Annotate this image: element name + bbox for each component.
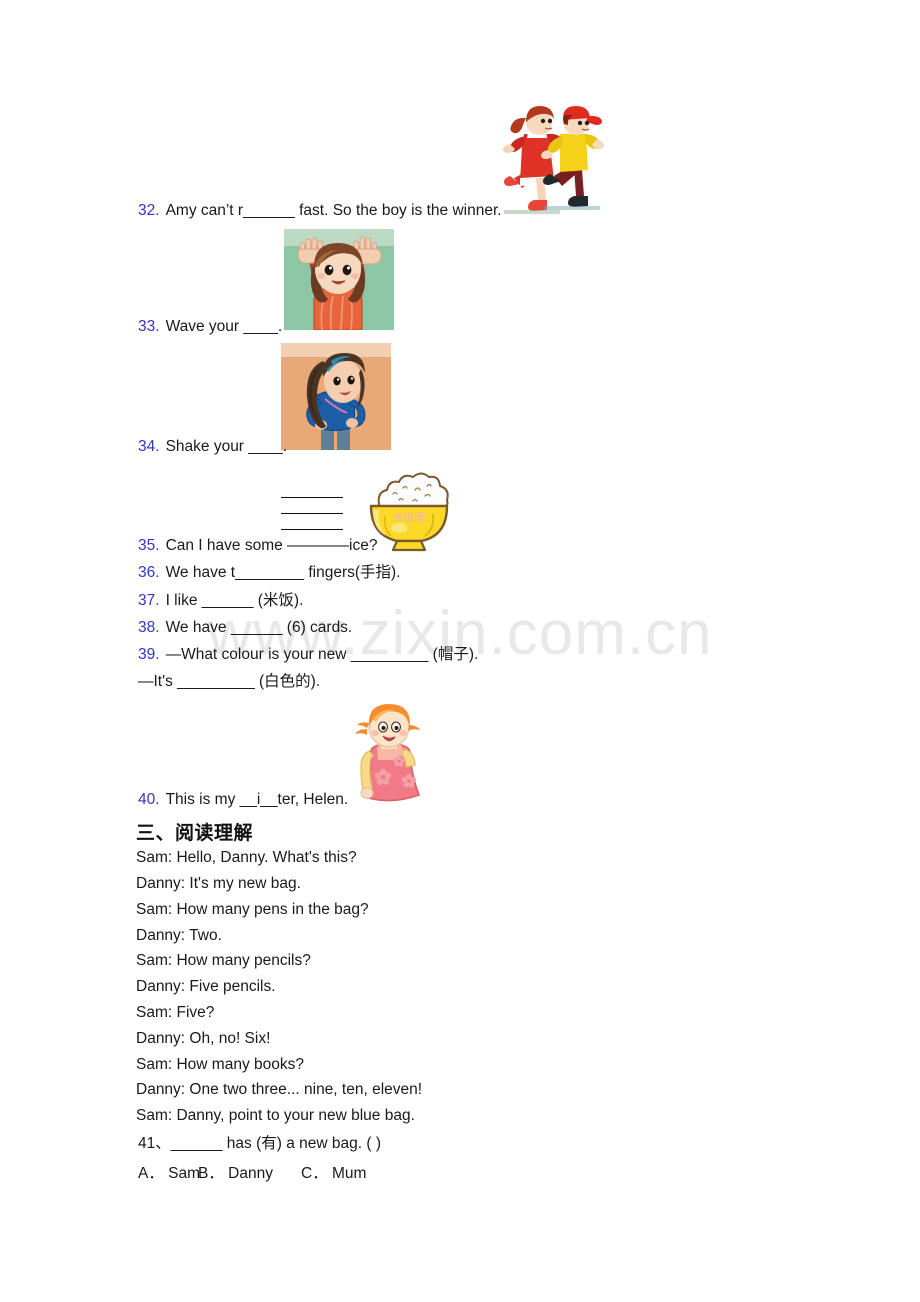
girl-in-pink-dress-image xyxy=(347,703,431,808)
choice-a-label: A． Sam xyxy=(138,1165,201,1182)
item-number: 39. xyxy=(138,646,160,663)
dialogue-line: Sam: How many books? xyxy=(136,1056,304,1073)
fill-in-item-37: 37. I like ______ (米饭). xyxy=(138,591,303,610)
document-page: 32. Amy can’t r______ fast. So the boy is… xyxy=(0,0,920,1302)
fill-in-item-35: 35. Can I have some ————ice? xyxy=(138,536,377,555)
waving-girl-image xyxy=(284,229,394,330)
item-number: 35. xyxy=(138,537,160,554)
item-text: Amy can’t r______ fast. So the boy is th… xyxy=(165,202,502,219)
item-text: ______ has (有) a new bag. ( ) xyxy=(170,1135,381,1152)
fill-in-item-39: 39. —What colour is your new _________ (帽… xyxy=(138,645,478,664)
dialogue-line: Sam: How many pens in the bag? xyxy=(136,901,369,918)
item-number: 38. xyxy=(138,619,160,636)
fill-in-item-32: 32. Amy can’t r______ fast. So the boy is… xyxy=(138,201,502,220)
svg-text:米饭图: 米饭图 xyxy=(393,511,426,524)
item-number: 34. xyxy=(138,438,160,455)
dialogue-line: Sam: Hello, Danny. What's this? xyxy=(136,849,357,866)
choice-b[interactable]: B． Danny xyxy=(198,1161,273,1183)
reading-question-41: 41、______ has (有) a new bag. ( ) xyxy=(138,1134,381,1153)
choice-a[interactable]: A． Sam xyxy=(138,1161,200,1183)
dialogue-line: Danny: Five pencils. xyxy=(136,978,276,995)
answer-rule-2 xyxy=(281,513,343,514)
fill-in-item-36: 36. We have t________ fingers(手指). xyxy=(138,563,401,582)
answer-rule-3 xyxy=(281,529,343,530)
item-text: This is my __i__ter, Helen. xyxy=(165,791,349,808)
dialogue-line: Sam: Five? xyxy=(136,1004,215,1021)
section-heading-reading-comprehension: 三、阅读理解 xyxy=(136,823,254,844)
shaking-girl-image xyxy=(281,343,391,450)
dialogue-line: Danny: One two three... nine, ten, eleve… xyxy=(136,1081,423,1098)
item-number: 37. xyxy=(138,592,160,609)
item-number: 32. xyxy=(138,202,160,219)
item-number: 36. xyxy=(138,564,160,581)
fill-in-item-39-answer: —It's _________ (白色的). xyxy=(138,672,320,691)
item-text: I like ______ (米饭). xyxy=(165,592,304,609)
choice-c[interactable]: C． Mum xyxy=(301,1161,366,1183)
dialogue-line: Danny: Two. xyxy=(136,927,222,944)
dialogue-line: Danny: Oh, no! Six! xyxy=(136,1030,271,1047)
item-text: Can I have some ————ice? xyxy=(165,537,378,554)
item-number: 40. xyxy=(138,791,160,808)
item-text: We have t________ fingers(手指). xyxy=(165,564,401,581)
item-text: —It's _________ (白色的). xyxy=(138,673,321,690)
fill-in-item-38: 38. We have ______ (6) cards. xyxy=(138,618,352,637)
item-number: 41、 xyxy=(138,1135,171,1152)
item-text: Wave your ____. xyxy=(165,318,283,335)
answer-rule-1 xyxy=(281,497,343,498)
dialogue-line: Sam: How many pencils? xyxy=(136,952,311,969)
item-text: We have ______ (6) cards. xyxy=(165,619,353,636)
fill-in-item-34: 34. Shake your ____. xyxy=(138,437,287,456)
choice-c-label: C． Mum xyxy=(301,1165,367,1182)
dialogue-line: Danny: It's my new bag. xyxy=(136,875,301,892)
dialogue-line: Sam: Danny, point to your new blue bag. xyxy=(136,1107,415,1124)
fill-in-item-33: 33. Wave your ____. xyxy=(138,317,282,336)
item-text: —What colour is your new _________ (帽子). xyxy=(165,646,479,663)
fill-in-item-40: 40. This is my __i__ter, Helen. xyxy=(138,790,348,809)
item-number: 33. xyxy=(138,318,160,335)
item-text: Shake your ____. xyxy=(165,438,288,455)
running-children-image xyxy=(492,104,620,216)
choice-b-label: B． Danny xyxy=(198,1165,273,1182)
